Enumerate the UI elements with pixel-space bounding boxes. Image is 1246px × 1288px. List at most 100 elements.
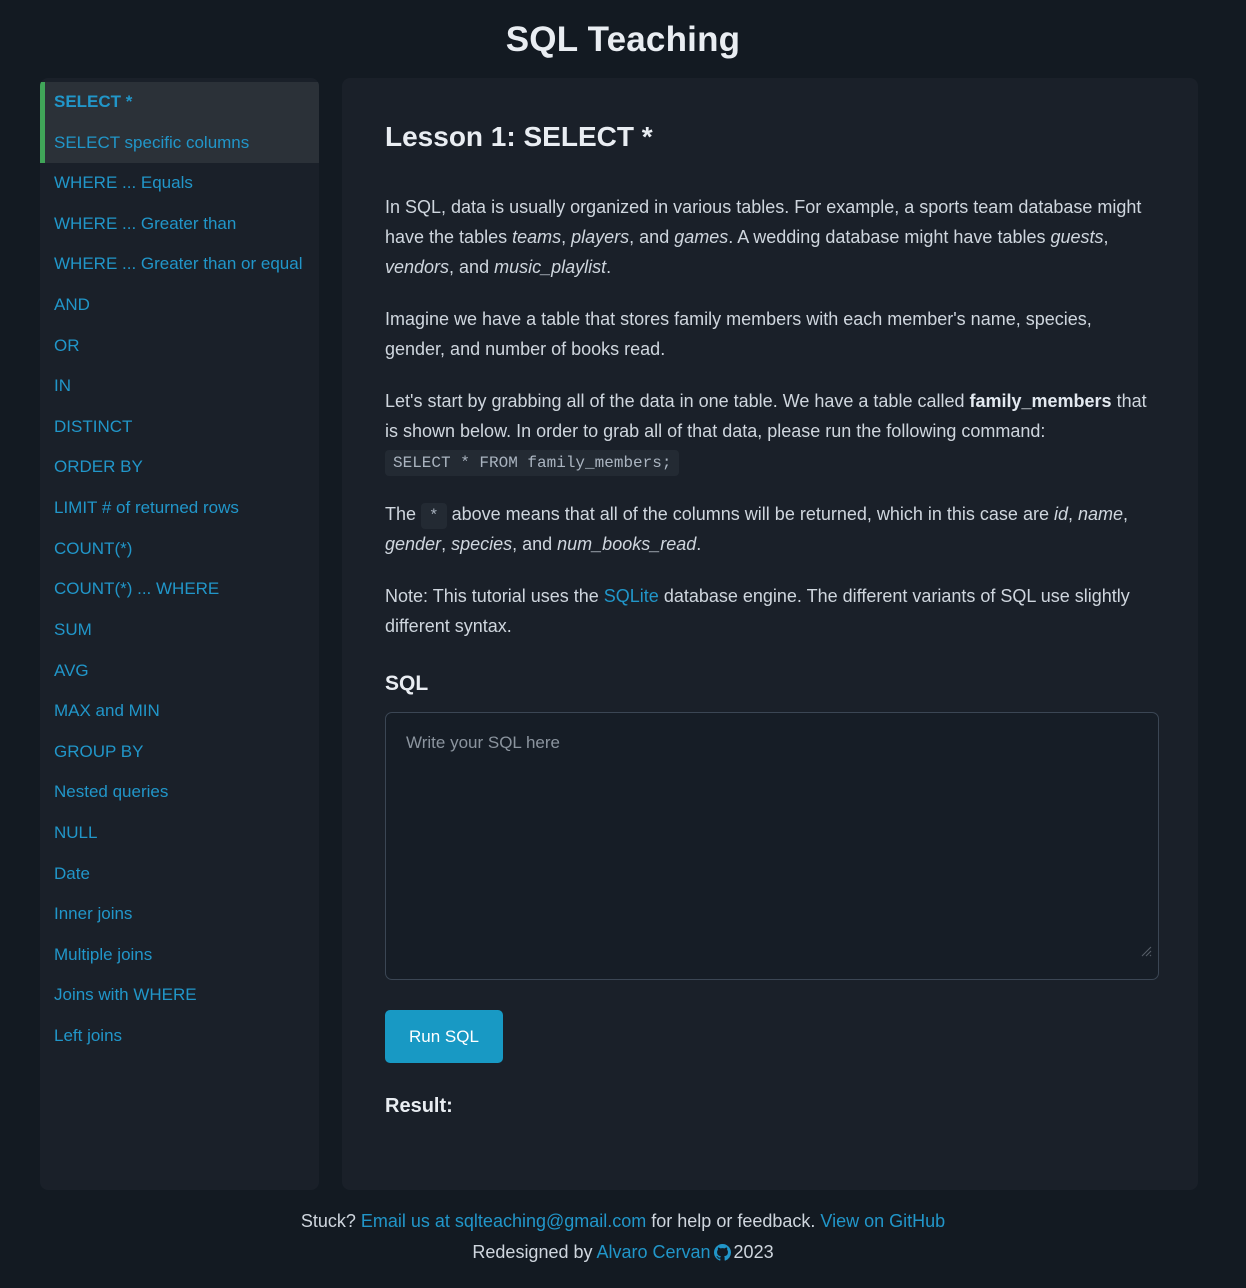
list-item: Joins with WHERE <box>40 975 319 1016</box>
asterisk-code: * <box>421 502 447 529</box>
lesson-paragraph-4: The * above means that all of the column… <box>385 499 1155 560</box>
result-label: Result: <box>385 1094 453 1117</box>
list-item: SELECT specific columns <box>40 122 319 164</box>
list-item: IN <box>40 366 319 407</box>
sidebar-item-23[interactable]: Left joins <box>40 1016 319 1057</box>
run-sql-button[interactable]: Run SQL <box>385 1009 503 1063</box>
column-name-name: name <box>1078 503 1124 524</box>
column-name-id: id <box>1053 503 1068 524</box>
p4-sep-2: , <box>1123 503 1129 524</box>
list-item: WHERE ... Greater than <box>40 204 319 245</box>
sidebar-item-5[interactable]: AND <box>40 285 319 326</box>
table-name-games: games <box>674 226 729 247</box>
p4-text-a: The <box>385 503 422 524</box>
lesson-paragraph-2: Imagine we have a table that stores fami… <box>385 308 1092 359</box>
column-name-num-books-read: num_books_read <box>557 534 697 555</box>
list-item: Date <box>40 854 319 895</box>
list-item: MAX and MIN <box>40 691 319 732</box>
column-name-species: species <box>451 534 513 555</box>
list-item: AVG <box>40 651 319 692</box>
page-layout: SELECT * SELECT specific columns WHERE ...… <box>0 78 1246 1190</box>
footer-stuck-text: Stuck? <box>300 1211 361 1231</box>
column-name-gender: gender <box>385 534 442 555</box>
list-item: GROUP BY <box>40 732 319 773</box>
list-item: AND <box>40 285 319 326</box>
footer-help-text: for help or feedback. <box>646 1211 821 1231</box>
sidebar-item-18[interactable]: NULL <box>40 813 319 854</box>
footer-redesigned-text: Redesigned by <box>472 1241 597 1262</box>
note-text-a: Note: This tutorial uses the <box>385 586 604 607</box>
lesson-paragraph-1: In SQL, data is usually organized in var… <box>385 192 1155 282</box>
sidebar-item-4[interactable]: WHERE ... Greater than or equal <box>40 244 319 285</box>
sidebar-item-2[interactable]: WHERE ... Equals <box>40 163 319 204</box>
p4-sep-3: , <box>441 534 452 555</box>
site-footer: Stuck? Email us at sqlteaching@gmail.com… <box>0 1190 1246 1288</box>
view-on-github-link[interactable]: View on GitHub <box>820 1211 945 1231</box>
email-link[interactable]: Email us at sqlteaching@gmail.com <box>361 1211 646 1231</box>
p1-text-f: , and <box>449 256 495 277</box>
lesson-heading: Lesson 1: SELECT * <box>385 121 653 152</box>
table-name-family-members: family_members <box>969 390 1112 411</box>
sidebar-item-9[interactable]: ORDER BY <box>40 447 319 488</box>
example-query-code: SELECT * FROM family_members; <box>385 449 680 476</box>
lesson-sidebar[interactable]: SELECT * SELECT specific columns WHERE ...… <box>40 78 319 1190</box>
sidebar-item-10[interactable]: LIMIT # of returned rows <box>40 488 319 529</box>
sidebar-item-20[interactable]: Inner joins <box>40 894 319 935</box>
sql-input[interactable] <box>385 711 1159 980</box>
github-icon[interactable] <box>713 1240 731 1271</box>
sidebar-item-22[interactable]: Joins with WHERE <box>40 975 319 1016</box>
sidebar-item-11[interactable]: COUNT(*) <box>40 529 319 570</box>
list-item: ORDER BY <box>40 447 319 488</box>
list-item: SELECT * <box>40 82 319 123</box>
p1-text-e: , <box>1103 226 1109 247</box>
list-item: SUM <box>40 610 319 651</box>
list-item: Left joins <box>40 1016 319 1057</box>
sidebar-item-16[interactable]: GROUP BY <box>40 732 319 773</box>
footer-year: 2023 <box>733 1241 774 1262</box>
site-header: SQL Teaching <box>0 0 1246 78</box>
sidebar-item-21[interactable]: Multiple joins <box>40 935 319 976</box>
sidebar-item-0[interactable]: SELECT * <box>40 82 319 123</box>
list-item: OR <box>40 326 319 367</box>
lesson-content-panel: Lesson 1: SELECT * In SQL, data is usual… <box>342 78 1198 1190</box>
footer-line-credit: Redesigned by Alvaro Cervan 2023 <box>0 1237 1246 1271</box>
sidebar-item-8[interactable]: DISTINCT <box>40 407 319 448</box>
p1-text-b: , <box>561 226 572 247</box>
p4-sep-1: , <box>1067 503 1078 524</box>
list-item: NULL <box>40 813 319 854</box>
sidebar-item-19[interactable]: Date <box>40 854 319 895</box>
lesson-paragraph-3: Let's start by grabbing all of the data … <box>385 386 1155 477</box>
list-item: WHERE ... Greater than or equal <box>40 244 319 285</box>
sidebar-item-1[interactable]: SELECT specific columns <box>40 122 319 164</box>
sidebar-item-13[interactable]: SUM <box>40 610 319 651</box>
table-name-teams: teams <box>512 226 562 247</box>
table-name-vendors: vendors <box>385 256 450 277</box>
sql-section-heading: SQL <box>385 671 429 695</box>
list-item: WHERE ... Equals <box>40 163 319 204</box>
footer-line-contact: Stuck? Email us at sqlteaching@gmail.com… <box>0 1206 1246 1237</box>
sidebar-item-12[interactable]: COUNT(*) ... WHERE <box>40 569 319 610</box>
page-title: SQL Teaching <box>505 19 741 59</box>
list-item: COUNT(*) <box>40 529 319 570</box>
p1-text-d: . A wedding database might have tables <box>728 226 1051 247</box>
lesson-paragraph-note: Note: This tutorial uses the SQLite data… <box>385 581 1155 641</box>
author-link[interactable]: Alvaro Cervan <box>597 1242 711 1262</box>
sidebar-item-17[interactable]: Nested queries <box>40 772 319 813</box>
p4-sep-4: , and <box>512 534 558 555</box>
sidebar-item-15[interactable]: MAX and MIN <box>40 691 319 732</box>
sidebar-item-6[interactable]: OR <box>40 326 319 367</box>
p1-text-c: , and <box>629 226 675 247</box>
table-name-music-playlist: music_playlist <box>494 256 607 277</box>
list-item: Inner joins <box>40 894 319 935</box>
sqlite-link[interactable]: SQLite <box>604 586 659 606</box>
sidebar-item-14[interactable]: AVG <box>40 651 319 692</box>
table-name-players: players <box>571 226 630 247</box>
p1-text-g: . <box>606 256 612 277</box>
list-item: LIMIT # of returned rows <box>40 488 319 529</box>
lesson-nav-list: SELECT * SELECT specific columns WHERE ...… <box>40 82 319 1057</box>
sidebar-item-7[interactable]: IN <box>40 366 319 407</box>
list-item: COUNT(*) ... WHERE <box>40 569 319 610</box>
sidebar-item-3[interactable]: WHERE ... Greater than <box>40 204 319 245</box>
list-item: DISTINCT <box>40 407 319 448</box>
p4-text-end: . <box>696 534 702 555</box>
